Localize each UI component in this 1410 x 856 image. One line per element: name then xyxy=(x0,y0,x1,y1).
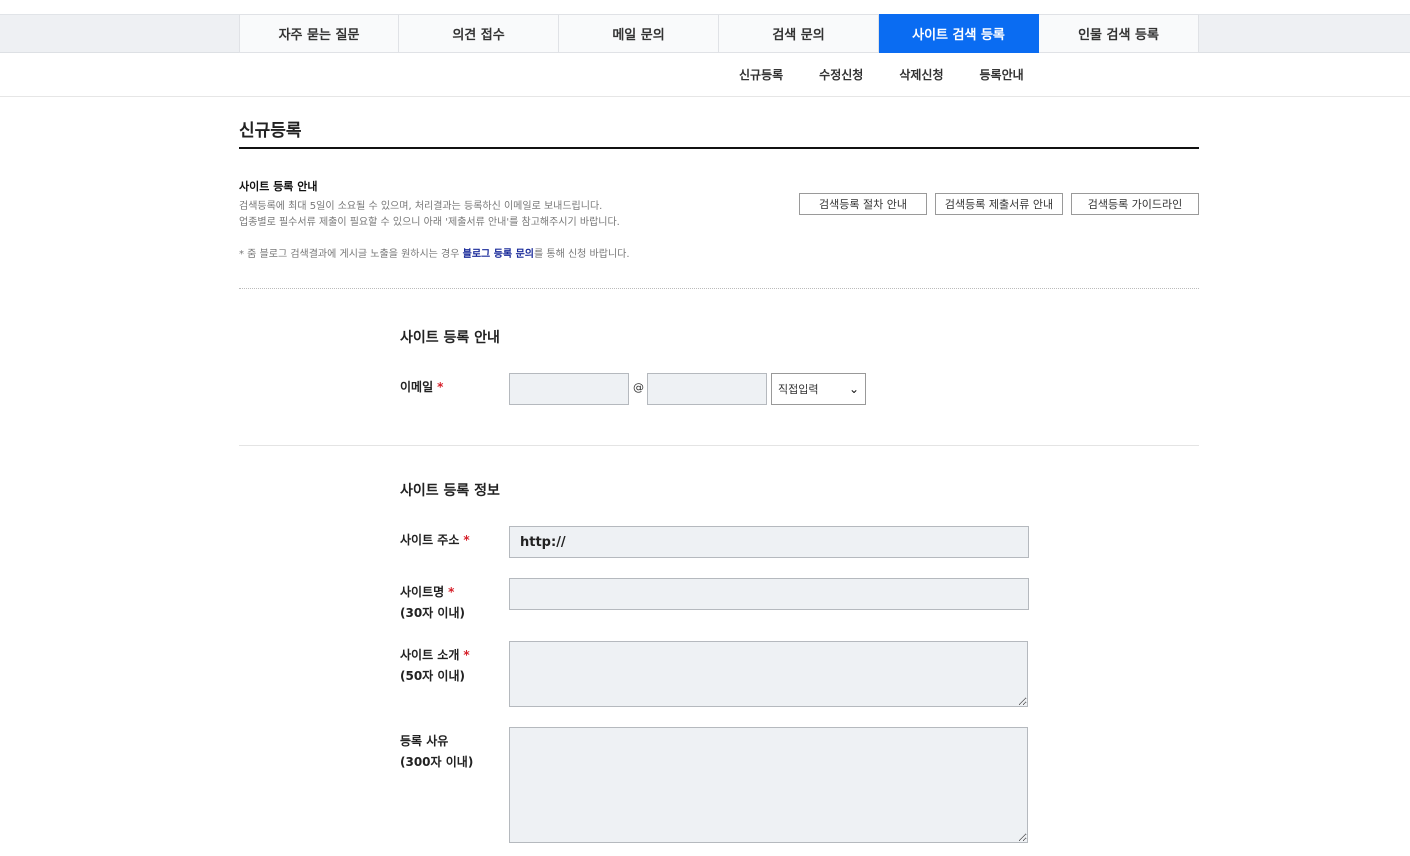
section-title: 사이트 등록 정보 xyxy=(400,483,500,499)
blog-note: * 줌 블로그 검색결과에 게시글 노출을 원하시는 경우 블로그 등록 문의를… xyxy=(239,245,630,260)
subnav-new-registration[interactable]: 신규등록 xyxy=(739,66,783,83)
documents-guide-button[interactable]: 검색등록 제출서류 안내 xyxy=(935,193,1063,215)
reason-label: 등록 사유 (300자 이내) xyxy=(400,734,474,769)
divider xyxy=(239,147,1199,149)
email-domain-input[interactable] xyxy=(647,373,767,405)
guide-text: 업종별로 필수서류 제출이 필요할 수 있으니 아래 '제출서류 안내'를 참고… xyxy=(239,217,620,228)
site-url-label: 사이트 주소 * xyxy=(400,533,470,547)
subnav-registration-guide[interactable]: 등록안내 xyxy=(980,66,1024,83)
site-intro-label: 사이트 소개 * (50자 이내) xyxy=(400,648,470,683)
subnav-delete-request[interactable]: 삭제신청 xyxy=(899,66,943,83)
reason-textarea[interactable] xyxy=(509,727,1028,843)
sub-navigation: 신규등록 수정신청 삭제신청 등록안내 xyxy=(739,66,1060,83)
domain-select-value: 직접입력 xyxy=(778,383,819,396)
blog-note-prefix: * 줌 블로그 검색결과에 게시글 노출을 원하시는 경우 xyxy=(239,249,463,260)
email-domain-select[interactable]: 직접입력 ⌄ xyxy=(771,373,866,405)
chevron-down-icon: ⌄ xyxy=(848,382,859,396)
site-name-input[interactable] xyxy=(509,578,1029,610)
page-title: 신규등록 xyxy=(239,121,302,141)
required-mark: * xyxy=(463,648,470,662)
guide-text: 검색등록에 최대 5일이 소요될 수 있으며, 처리결과는 등록하신 이메일로 … xyxy=(239,201,603,212)
email-label: 이메일 * xyxy=(400,380,444,394)
tab-feedback[interactable]: 의견 접수 xyxy=(399,14,559,53)
blog-note-suffix: 를 통해 신청 바랍니다. xyxy=(534,249,630,260)
procedure-guide-button[interactable]: 검색등록 절차 안내 xyxy=(799,193,927,215)
site-name-limit: (30자 이내) xyxy=(400,606,465,620)
divider xyxy=(239,288,1199,289)
tab-faq[interactable]: 자주 묻는 질문 xyxy=(239,14,399,53)
blog-registration-link[interactable]: 블로그 등록 문의 xyxy=(463,249,534,260)
guideline-button[interactable]: 검색등록 가이드라인 xyxy=(1071,193,1199,215)
section-title: 사이트 등록 안내 xyxy=(400,330,500,346)
required-mark: * xyxy=(448,585,455,599)
main-tabs: 자주 묻는 질문 의견 접수 메일 문의 검색 문의 사이트 검색 등록 인물 … xyxy=(239,14,1199,53)
tab-search-inquiry[interactable]: 검색 문의 xyxy=(719,14,879,53)
tab-mail-inquiry[interactable]: 메일 문의 xyxy=(559,14,719,53)
required-mark: * xyxy=(437,380,444,394)
tab-site-registration[interactable]: 사이트 검색 등록 xyxy=(879,14,1039,53)
guide-buttons: 검색등록 절차 안내 검색등록 제출서류 안내 검색등록 가이드라인 xyxy=(799,193,1207,215)
tab-person-registration[interactable]: 인물 검색 등록 xyxy=(1039,14,1199,53)
subnav-edit-request[interactable]: 수정신청 xyxy=(819,66,863,83)
divider xyxy=(239,445,1199,446)
email-id-input[interactable] xyxy=(509,373,629,405)
guide-title: 사이트 등록 안내 xyxy=(239,180,318,193)
divider xyxy=(0,96,1410,97)
at-sign: @ xyxy=(633,381,644,394)
site-url-input[interactable]: http:// xyxy=(509,526,1029,558)
site-intro-limit: (50자 이내) xyxy=(400,669,465,683)
reason-limit: (300자 이내) xyxy=(400,755,474,769)
site-intro-textarea[interactable] xyxy=(509,641,1028,707)
required-mark: * xyxy=(463,533,470,547)
site-name-label: 사이트명 * (30자 이내) xyxy=(400,585,465,620)
